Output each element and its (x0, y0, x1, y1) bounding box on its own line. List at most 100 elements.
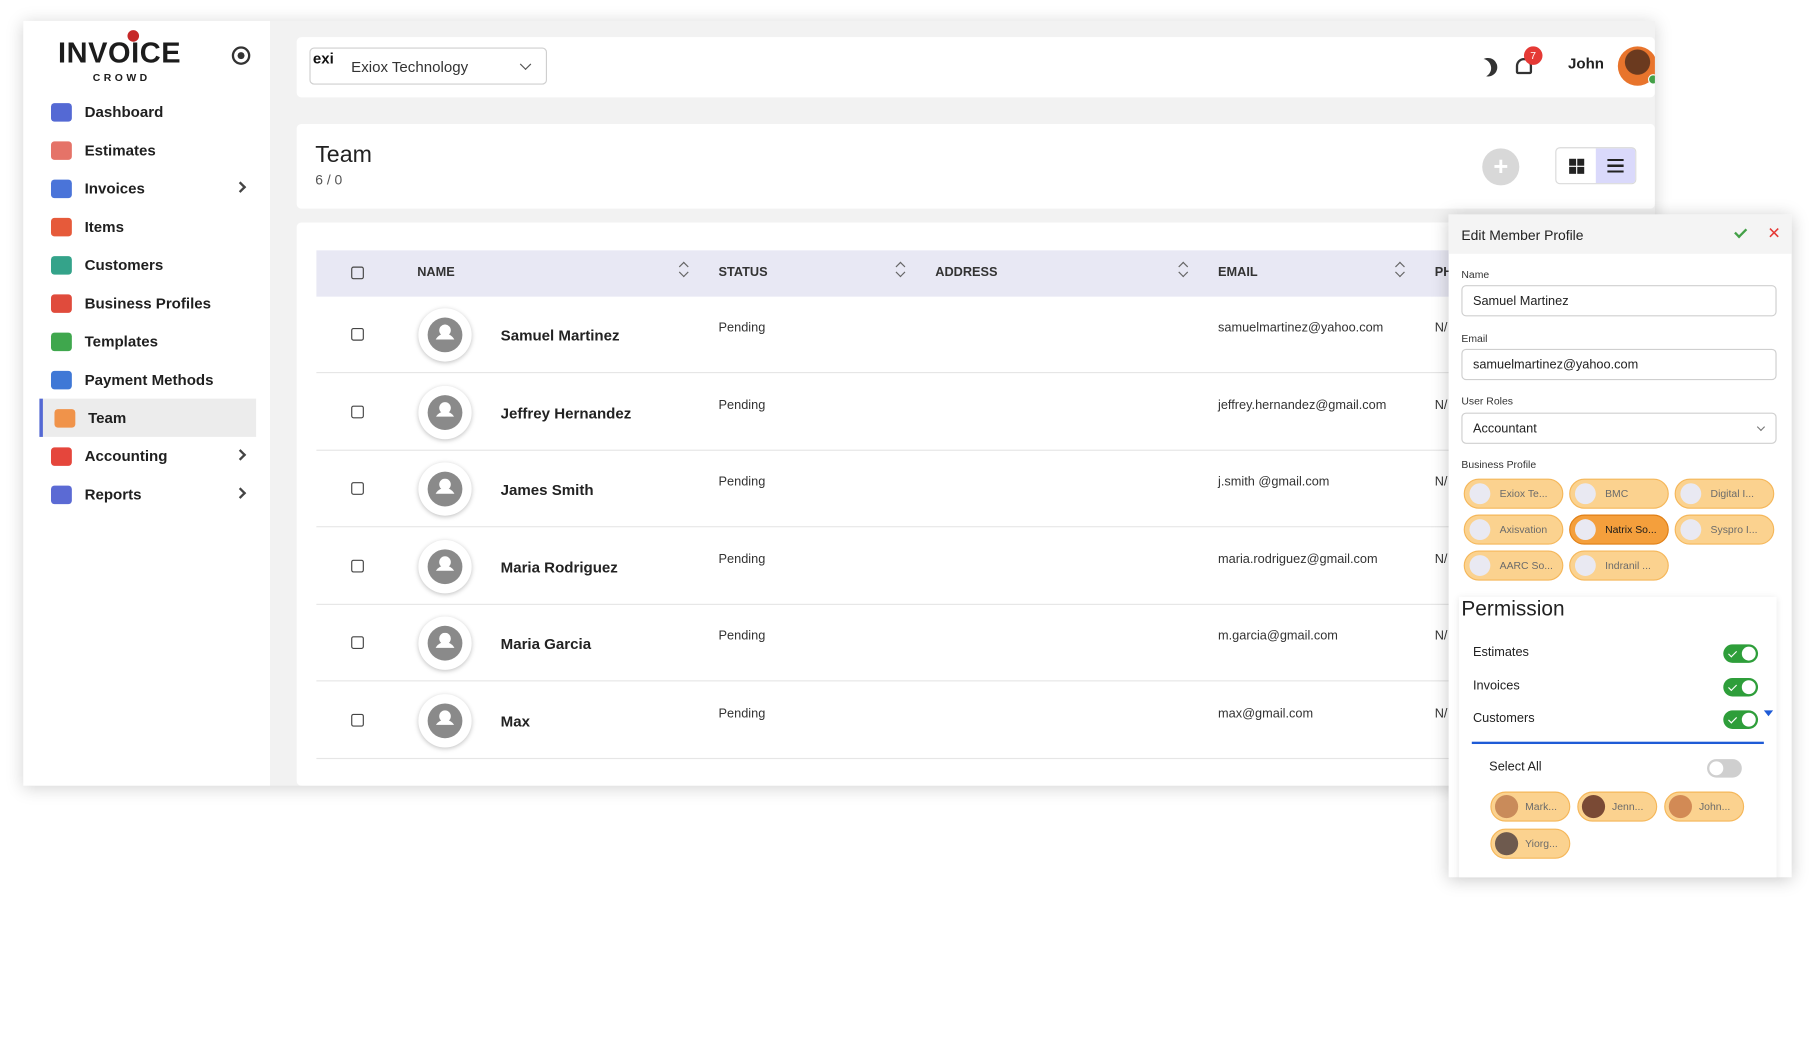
logo-text: INVOICE (57, 37, 182, 70)
customer-avatar (1494, 795, 1519, 819)
caret-down-icon[interactable] (1763, 710, 1774, 717)
business-profile-chip[interactable]: Natrix So... (1569, 514, 1669, 545)
estimates-icon (50, 140, 72, 160)
select-all-toggle[interactable] (1707, 759, 1742, 778)
customer-chip[interactable]: Yiorg... (1490, 828, 1571, 859)
close-icon[interactable]: ✕ (1767, 225, 1781, 241)
permission-section: Permission Estimates Invoices Customers Se… (1459, 596, 1777, 878)
accounting-icon (50, 446, 72, 466)
sidebar-item-items[interactable]: Items (39, 207, 256, 245)
row-checkbox[interactable] (351, 636, 364, 649)
permission-title: Permission (1461, 596, 1565, 621)
business-profile-chip[interactable]: AARC So... (1463, 550, 1564, 581)
sidebar-item-customers[interactable]: Customers (39, 246, 256, 284)
edit-member-panel: Edit Member Profile ✕ Name Samuel Martin… (1448, 214, 1792, 878)
column-header-name[interactable]: NAME (417, 265, 455, 279)
sort-icon[interactable] (679, 262, 688, 278)
logo-subtext: CROWD (92, 71, 151, 84)
business-profile-chip[interactable]: Axisvation (1463, 514, 1564, 545)
member-count: 6 / 0 (315, 171, 343, 188)
name-label: Name (1461, 268, 1490, 281)
business-profile-chip[interactable]: Digital I... (1674, 478, 1775, 509)
sidebar-item-accounting[interactable]: Accounting (39, 437, 256, 475)
sidebar-collapse-icon[interactable] (231, 46, 251, 65)
sidebar-item-payment-methods[interactable]: Payment Methods (39, 360, 256, 398)
save-check-icon[interactable] (1734, 225, 1748, 239)
member-status: Pending (718, 398, 766, 412)
sidebar-item-business-profiles[interactable]: Business Profiles (39, 284, 256, 322)
member-name[interactable]: James Smith (501, 481, 594, 498)
business-logo-icon (1680, 483, 1702, 505)
reports-icon (50, 484, 72, 504)
sidebar-item-invoices[interactable]: Invoices (39, 169, 256, 207)
select-all-checkbox[interactable] (351, 266, 364, 280)
row-checkbox[interactable] (351, 405, 364, 418)
page-title: Team (315, 142, 372, 169)
permission-toggle-customers[interactable] (1723, 710, 1759, 729)
row-checkbox[interactable] (351, 559, 364, 572)
customer-avatar (1494, 832, 1519, 856)
member-name[interactable]: Samuel Martinez (501, 327, 620, 344)
user-roles-select[interactable]: Accountant (1461, 412, 1777, 444)
business-profile-label: Exiox Te... (1499, 487, 1548, 500)
company-name: Exiox Technology (351, 57, 469, 75)
customer-chip[interactable]: John... (1664, 791, 1745, 822)
row-checkbox[interactable] (351, 482, 364, 495)
business-logo-icon (1574, 555, 1596, 576)
sidebar-item-label: Dashboard (84, 103, 164, 121)
business-profile-label: Digital I... (1710, 487, 1755, 500)
email-field[interactable]: samuelmartinez@yahoo.com (1461, 348, 1777, 381)
business-profile-label: Axisvation (1499, 523, 1548, 536)
sidebar-item-team[interactable]: Team (39, 398, 257, 437)
member-email: jeffrey.hernandez@gmail.com (1218, 398, 1387, 412)
sidebar-item-dashboard[interactable]: Dashboard (39, 93, 256, 131)
business-profile-chip[interactable]: Syspro I... (1674, 514, 1775, 545)
sidebar-item-estimates[interactable]: Estimates (39, 131, 256, 169)
grid-view-button[interactable] (1556, 148, 1595, 183)
list-icon (1607, 158, 1624, 173)
member-email: m.garcia@gmail.com (1218, 629, 1338, 644)
permission-toggle-invoices[interactable] (1723, 677, 1759, 696)
business-logo-icon (1574, 519, 1596, 541)
member-name[interactable]: Maria Rodriguez (501, 558, 618, 575)
panel-header: Edit Member Profile ✕ (1448, 214, 1792, 254)
company-select[interactable]: exi Exiox Technology (309, 47, 548, 85)
member-email: maria.rodriguez@gmail.com (1218, 552, 1378, 567)
sort-icon[interactable] (1179, 262, 1188, 278)
business-logo-icon (1680, 519, 1702, 541)
customer-chip[interactable]: Jenn... (1577, 791, 1658, 822)
member-name[interactable]: Max (501, 712, 530, 729)
sort-icon[interactable] (896, 262, 905, 278)
member-email: j.smith @gmail.com (1218, 475, 1330, 490)
member-name[interactable]: Maria Garcia (501, 635, 591, 652)
member-name[interactable]: Jeffrey Hernandez (501, 404, 632, 421)
add-member-button[interactable]: + (1482, 148, 1520, 186)
row-checkbox[interactable] (351, 327, 364, 341)
dark-mode-moon-icon[interactable] (1475, 55, 1500, 80)
column-header-address[interactable]: ADDRESS (935, 265, 997, 279)
permission-label-estimates: Estimates (1472, 645, 1529, 660)
row-checkbox[interactable] (351, 713, 364, 727)
section-divider (1471, 741, 1764, 745)
sidebar-item-reports[interactable]: Reports (39, 475, 256, 513)
business-profile-label: AARC So... (1499, 559, 1553, 572)
sidebar-nav: Dashboard Estimates Invoices Items Customers… (39, 93, 257, 514)
column-header-email[interactable]: EMAIL (1218, 265, 1258, 279)
customer-label: Yiorg... (1525, 837, 1558, 850)
app-logo[interactable]: INVOICE CROWD (56, 30, 181, 88)
user-name[interactable]: John (1568, 54, 1604, 71)
sidebar-item-templates[interactable]: Templates (39, 322, 256, 360)
avatar (418, 693, 472, 747)
permission-toggle-estimates[interactable] (1723, 644, 1759, 663)
list-view-button[interactable] (1595, 148, 1636, 184)
business-profile-chip[interactable]: BMC (1569, 478, 1669, 509)
customer-label: John... (1698, 800, 1731, 813)
business-profile-chip[interactable]: Exiox Te... (1463, 478, 1564, 509)
company-logo: exi (312, 50, 334, 68)
column-header-status[interactable]: STATUS (719, 265, 768, 279)
customer-chip[interactable]: Mark... (1490, 791, 1571, 822)
sort-icon[interactable] (1395, 262, 1404, 278)
name-field[interactable]: Samuel Martinez (1461, 285, 1777, 317)
business-profile-chip[interactable]: Indranil ... (1569, 550, 1669, 581)
sidebar-item-label: Items (84, 217, 124, 236)
